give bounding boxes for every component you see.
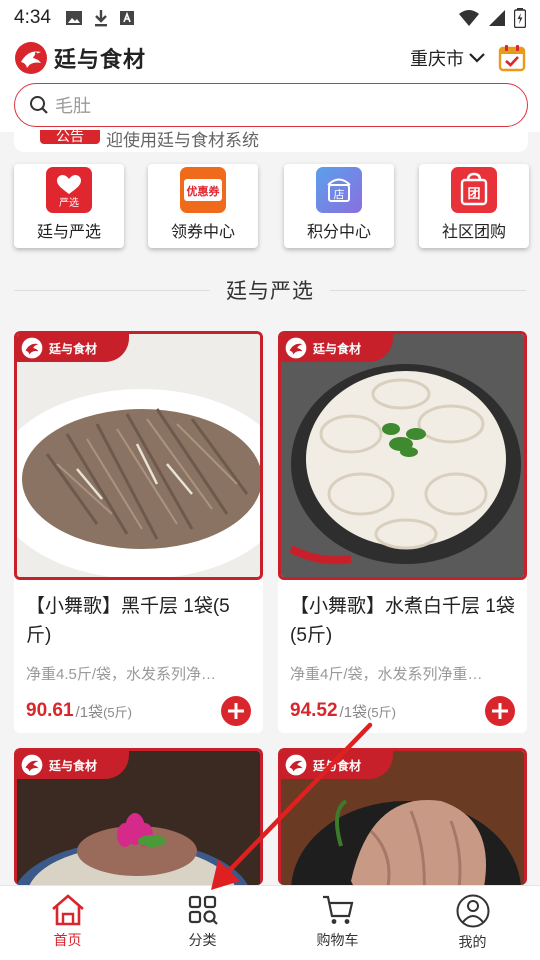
quick-item-label: 积分中心 xyxy=(306,224,371,241)
signal-icon xyxy=(489,10,505,26)
heart-select-icon: 严选 xyxy=(46,167,92,213)
price-row: 94.52 /1袋(5斤) xyxy=(278,696,527,726)
brand-badge: 廷与食材 xyxy=(281,334,393,362)
brand-badge: 廷与食材 xyxy=(281,751,393,779)
price-unit: /1袋(5斤) xyxy=(75,703,132,721)
cart-icon xyxy=(322,895,353,924)
quick-item-points[interactable]: 店 积分中心 xyxy=(284,164,394,248)
home-icon xyxy=(51,894,84,926)
tab-label: 分类 xyxy=(188,932,217,948)
status-bar: 4:34 xyxy=(0,0,540,36)
product-desc: 净重4斤/袋，水发系列净重… xyxy=(290,666,483,683)
app-header: 廷与食材 重庆市 xyxy=(0,36,540,80)
coupon-icon: 优惠券 xyxy=(180,167,226,213)
white-tripe-dish-image xyxy=(281,334,524,577)
quick-item-group-buy[interactable]: 团 社区团购 xyxy=(419,164,529,248)
group-buy-icon: 团 xyxy=(451,167,497,213)
badge-text: 廷与食材 xyxy=(49,341,98,356)
product-image: 廷与食材 xyxy=(14,331,263,580)
tab-cart[interactable]: 购物车 xyxy=(270,886,405,960)
quick-item-coupon[interactable]: 优惠券 领券中心 xyxy=(148,164,258,248)
tab-label: 我的 xyxy=(458,934,487,950)
brand-logo-small xyxy=(21,337,43,359)
brand-logo-small xyxy=(285,754,307,776)
bottom-tab-bar: 首页 分类 购物车 我的 xyxy=(0,885,540,960)
brand-badge: 廷与食材 xyxy=(17,334,129,362)
badge-text: 廷与食材 xyxy=(49,758,98,773)
product-desc: 净重4.5斤/袋，水发系列净… xyxy=(26,666,217,683)
image-notification-icon xyxy=(65,11,82,25)
search-bar-container: 毛肚 xyxy=(0,80,540,132)
category-grid-icon xyxy=(188,895,218,925)
announcement-tag: 公告 xyxy=(40,130,100,144)
tab-category[interactable]: 分类 xyxy=(135,886,270,960)
product-name: 【小舞歌】水煮白千层 1袋(5斤) xyxy=(290,596,515,646)
product-image: 廷与食材 xyxy=(14,748,263,885)
quick-item-label: 社区团购 xyxy=(441,224,506,241)
points-store-icon: 店 xyxy=(316,167,362,213)
quick-item-select[interactable]: 严选 廷与严选 xyxy=(14,164,124,248)
product-card[interactable]: 廷与食材 xyxy=(14,748,263,885)
product-card[interactable]: 廷与食材 xyxy=(278,748,527,885)
wifi-icon xyxy=(459,10,479,26)
svg-text:严选: 严选 xyxy=(59,196,79,209)
divider xyxy=(330,289,526,291)
product-price: 94.52 xyxy=(290,700,338,721)
announcement-bar[interactable]: 公告 迎使用廷与食材系统 xyxy=(14,130,528,152)
product-price: 90.61 xyxy=(26,700,74,721)
search-icon xyxy=(30,96,48,114)
product-card[interactable]: 廷与食材 【小舞歌】黑千层 1袋(5斤) 净重4.5斤/袋，水发系列净… 90.… xyxy=(14,331,263,733)
divider xyxy=(14,289,210,291)
brand-logo-small xyxy=(21,754,43,776)
brand-badge: 廷与食材 xyxy=(17,751,129,779)
quick-item-label: 领券中心 xyxy=(170,224,235,241)
product-image: 廷与食材 xyxy=(278,331,527,580)
font-a-icon xyxy=(119,11,134,25)
search-input[interactable]: 毛肚 xyxy=(14,83,528,127)
chevron-down-icon xyxy=(469,53,485,63)
quick-item-label: 廷与严选 xyxy=(36,224,101,241)
quick-menu: 严选 廷与严选 优惠券 领券中心 店 积分中心 团 社区团购 xyxy=(0,164,540,248)
tripe-dish-image xyxy=(17,334,260,577)
battery-icon xyxy=(514,8,526,28)
tab-label: 首页 xyxy=(53,932,82,948)
section-title: 廷与严选 xyxy=(226,280,314,303)
tab-home[interactable]: 首页 xyxy=(0,886,135,960)
product-name: 【小舞歌】黑千层 1袋(5斤) xyxy=(26,596,230,646)
search-placeholder: 毛肚 xyxy=(55,96,91,116)
add-to-cart-button[interactable] xyxy=(221,696,251,726)
announcement-text: 迎使用廷与食材系统 xyxy=(106,131,259,150)
price-row: 90.61 /1袋(5斤) xyxy=(14,696,263,726)
price-unit: /1袋(5斤) xyxy=(339,703,396,721)
status-time: 4:34 xyxy=(14,7,51,28)
profile-icon xyxy=(456,894,489,928)
app-title: 廷与食材 xyxy=(54,47,147,72)
svg-text:店: 店 xyxy=(334,187,345,201)
section-header: 廷与严选 xyxy=(14,272,526,308)
city-selector[interactable]: 重庆市 xyxy=(410,45,486,71)
download-icon xyxy=(94,10,107,27)
tab-profile[interactable]: 我的 xyxy=(405,886,540,960)
add-to-cart-button[interactable] xyxy=(485,696,515,726)
brand-logo-small xyxy=(285,337,307,359)
calendar-checkin-icon[interactable] xyxy=(498,44,526,72)
badge-text: 廷与食材 xyxy=(313,341,362,356)
brand-logo xyxy=(15,42,47,74)
tab-label: 购物车 xyxy=(316,932,359,948)
svg-text:团: 团 xyxy=(467,187,480,202)
product-image: 廷与食材 xyxy=(278,748,527,885)
city-label: 重庆市 xyxy=(410,49,464,69)
svg-text:优惠券: 优惠券 xyxy=(187,184,221,198)
badge-text: 廷与食材 xyxy=(313,758,362,773)
product-card[interactable]: 廷与食材 【小舞歌】水煮白千层 1袋(5斤) 净重4斤/袋，水发系列净重… 94… xyxy=(278,331,527,733)
